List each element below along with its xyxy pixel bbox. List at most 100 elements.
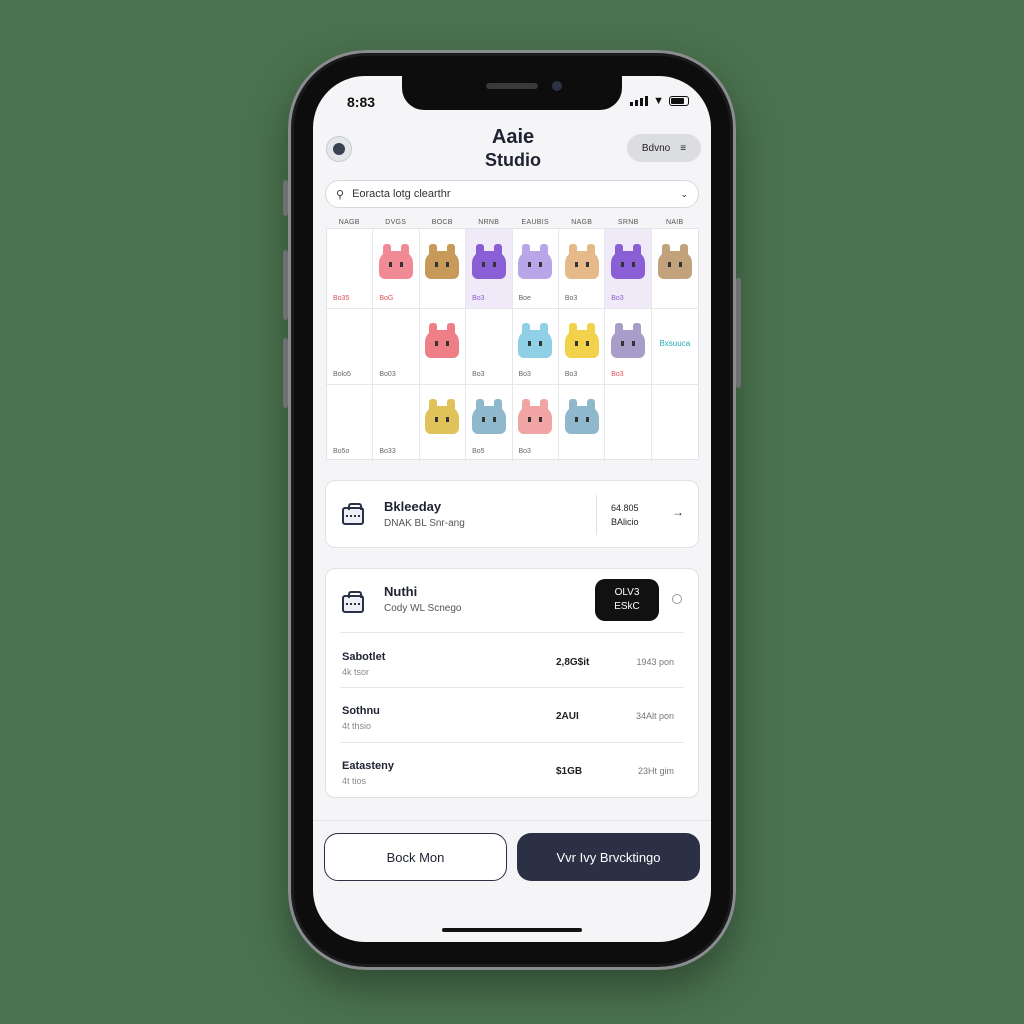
grid-cell[interactable]: Bo03 <box>373 309 420 385</box>
chevron-down-icon[interactable]: ⌄ <box>680 189 688 200</box>
grid-cell[interactable] <box>420 385 467 461</box>
detail-row-sub: 4k tsor <box>342 667 370 677</box>
header-pill-button[interactable]: Bdvno ≡ <box>627 134 701 162</box>
detail-row-value: $1GB <box>556 766 583 777</box>
mute-switch <box>283 180 288 216</box>
grid-cell[interactable] <box>559 385 606 461</box>
character-icon <box>518 244 553 280</box>
camera-icon <box>552 81 562 91</box>
grid-cell[interactable]: Bo3 <box>558 309 606 385</box>
detail-card-title: Nuthi <box>384 584 418 599</box>
grid-cell[interactable] <box>419 309 467 385</box>
grid-cell[interactable] <box>651 229 698 309</box>
grid-cell-label: Bo5o <box>333 448 350 455</box>
grid-cell-label: Bo3 <box>564 295 578 302</box>
detail-row-title: Sothnu <box>342 705 380 717</box>
grid-cell-label: Bo33 <box>379 448 396 455</box>
grid-cell[interactable] <box>605 385 652 461</box>
detail-row-value-2: 1943 pon <box>636 657 674 667</box>
search-icon: ⚲ <box>336 188 345 201</box>
avatar-icon <box>333 143 345 155</box>
grid-cell[interactable]: Bo3 <box>558 229 606 309</box>
title-line-2: Studio <box>485 150 541 170</box>
grid-cell[interactable]: Bo3 <box>466 229 513 309</box>
grid-column-header: NAGB <box>338 219 360 226</box>
back-button[interactable]: Bock Mon <box>324 833 507 881</box>
grid-cell[interactable]: Bo3 <box>513 385 559 461</box>
search-input[interactable]: Eoracta lotg clearthr <box>352 188 680 200</box>
grid-column-header: NAIB <box>665 219 684 226</box>
character-icon <box>657 244 692 280</box>
battery-icon <box>669 96 689 106</box>
detail-row-value: 2AUI <box>556 711 579 722</box>
grid-cell-label: Bo3 <box>472 371 485 378</box>
wifi-icon: ▼ <box>653 95 664 107</box>
detail-row-sub: 4t thsio <box>342 721 372 731</box>
grid-cell-label: Bo3 <box>518 371 531 378</box>
grid-cell[interactable]: Bo3 <box>512 309 559 385</box>
summary-card-title: Bkleeday <box>384 499 442 514</box>
grid-cell[interactable]: Boe <box>512 229 559 309</box>
grid-cell-label: Bo3 <box>611 371 624 378</box>
grid-cell-label: Bo3 <box>564 371 578 378</box>
bag-icon <box>342 503 364 525</box>
grid-cell[interactable]: Bolo5 <box>327 309 374 385</box>
grid-column-header: EAUBIS <box>521 219 549 226</box>
character-icon <box>518 322 553 358</box>
search-bar[interactable]: ⚲ Eoracta lotg clearthr ⌄ <box>325 180 699 208</box>
info-icon[interactable] <box>672 594 682 604</box>
grid-cell[interactable]: Bo33 <box>373 385 420 461</box>
grid-cell[interactable]: Bo5o <box>327 385 374 461</box>
page-title: Aaie Studio <box>443 126 583 172</box>
grid-cell[interactable]: Bo5 <box>466 385 513 461</box>
grid-column-header: NRNB <box>478 219 500 226</box>
detail-card: Nuthi Cody WL Scnego OLV3 ESkC Sabotlet … <box>325 568 699 798</box>
app-screen: 8:83 ▼ Aaie Studio Bdvno ≡ ⚲ Eoracta lot… <box>313 76 711 942</box>
grid-cell-label: Bo03 <box>379 371 396 378</box>
grid-column-header: SRNB <box>617 219 639 226</box>
profile-button[interactable] <box>326 136 352 162</box>
notch <box>402 76 622 110</box>
grid-cell-label: Bxsuuca <box>659 339 691 348</box>
grid-cell-label: Bo5 <box>472 448 485 455</box>
character-icon <box>471 244 506 280</box>
grid-cell-label: Bo35 <box>333 295 350 302</box>
grid-column-header: BOCB <box>431 219 453 226</box>
character-icon <box>610 322 645 358</box>
signal-icon <box>630 96 649 106</box>
character-icon <box>564 244 599 280</box>
detail-card-subtitle: Cody WL Scnego <box>384 603 462 614</box>
grid-cell[interactable] <box>652 385 698 461</box>
grid-cell[interactable] <box>419 229 467 309</box>
detail-row-value: 2,8G$it <box>556 657 590 668</box>
view-button[interactable]: Vvr Ivy Brvcktingo <box>517 833 700 881</box>
character-icon <box>379 244 414 280</box>
grid-cell[interactable]: Bo35 <box>327 229 374 309</box>
grid-cell-label: Boe <box>518 295 531 302</box>
menu-icon: ≡ <box>680 142 687 154</box>
grid-cell[interactable]: Bo3 <box>466 309 513 385</box>
header-pill-label: Bdvno <box>641 142 671 154</box>
character-icon <box>518 398 553 434</box>
summary-card-value: 64.805 BAlicio <box>611 503 639 527</box>
volume-down-button <box>283 338 288 408</box>
detail-row-value-2: 34Alt pon <box>635 711 674 721</box>
summary-card-subtitle: DNAK BL Snr-ang <box>384 518 465 529</box>
grid-cell-label: Bo3 <box>611 295 624 302</box>
grid-cell[interactable]: Bxsuuca <box>651 309 698 385</box>
grid-cell[interactable]: Bo3 <box>605 229 652 309</box>
detail-row-sub: 4t tios <box>342 776 367 786</box>
title-line-1: Aaie <box>491 126 535 148</box>
grid-cell[interactable]: BoG <box>373 229 420 309</box>
status-icons: ▼ <box>630 95 689 107</box>
grid-column-header: DVGS <box>385 219 407 226</box>
arrow-right-icon[interactable]: → <box>672 505 684 519</box>
grid-cell[interactable]: Bo3 <box>605 309 652 385</box>
grid-cell-label: BoG <box>379 295 394 302</box>
home-indicator[interactable] <box>442 928 582 932</box>
price-badge[interactable]: OLV3 ESkC <box>595 579 659 621</box>
detail-row-title: Sabotlet <box>342 651 386 663</box>
summary-card[interactable]: Bkleeday DNAK BL Snr-ang 64.805 BAlicio … <box>325 480 699 548</box>
character-icon <box>610 244 645 280</box>
power-button <box>736 278 741 388</box>
